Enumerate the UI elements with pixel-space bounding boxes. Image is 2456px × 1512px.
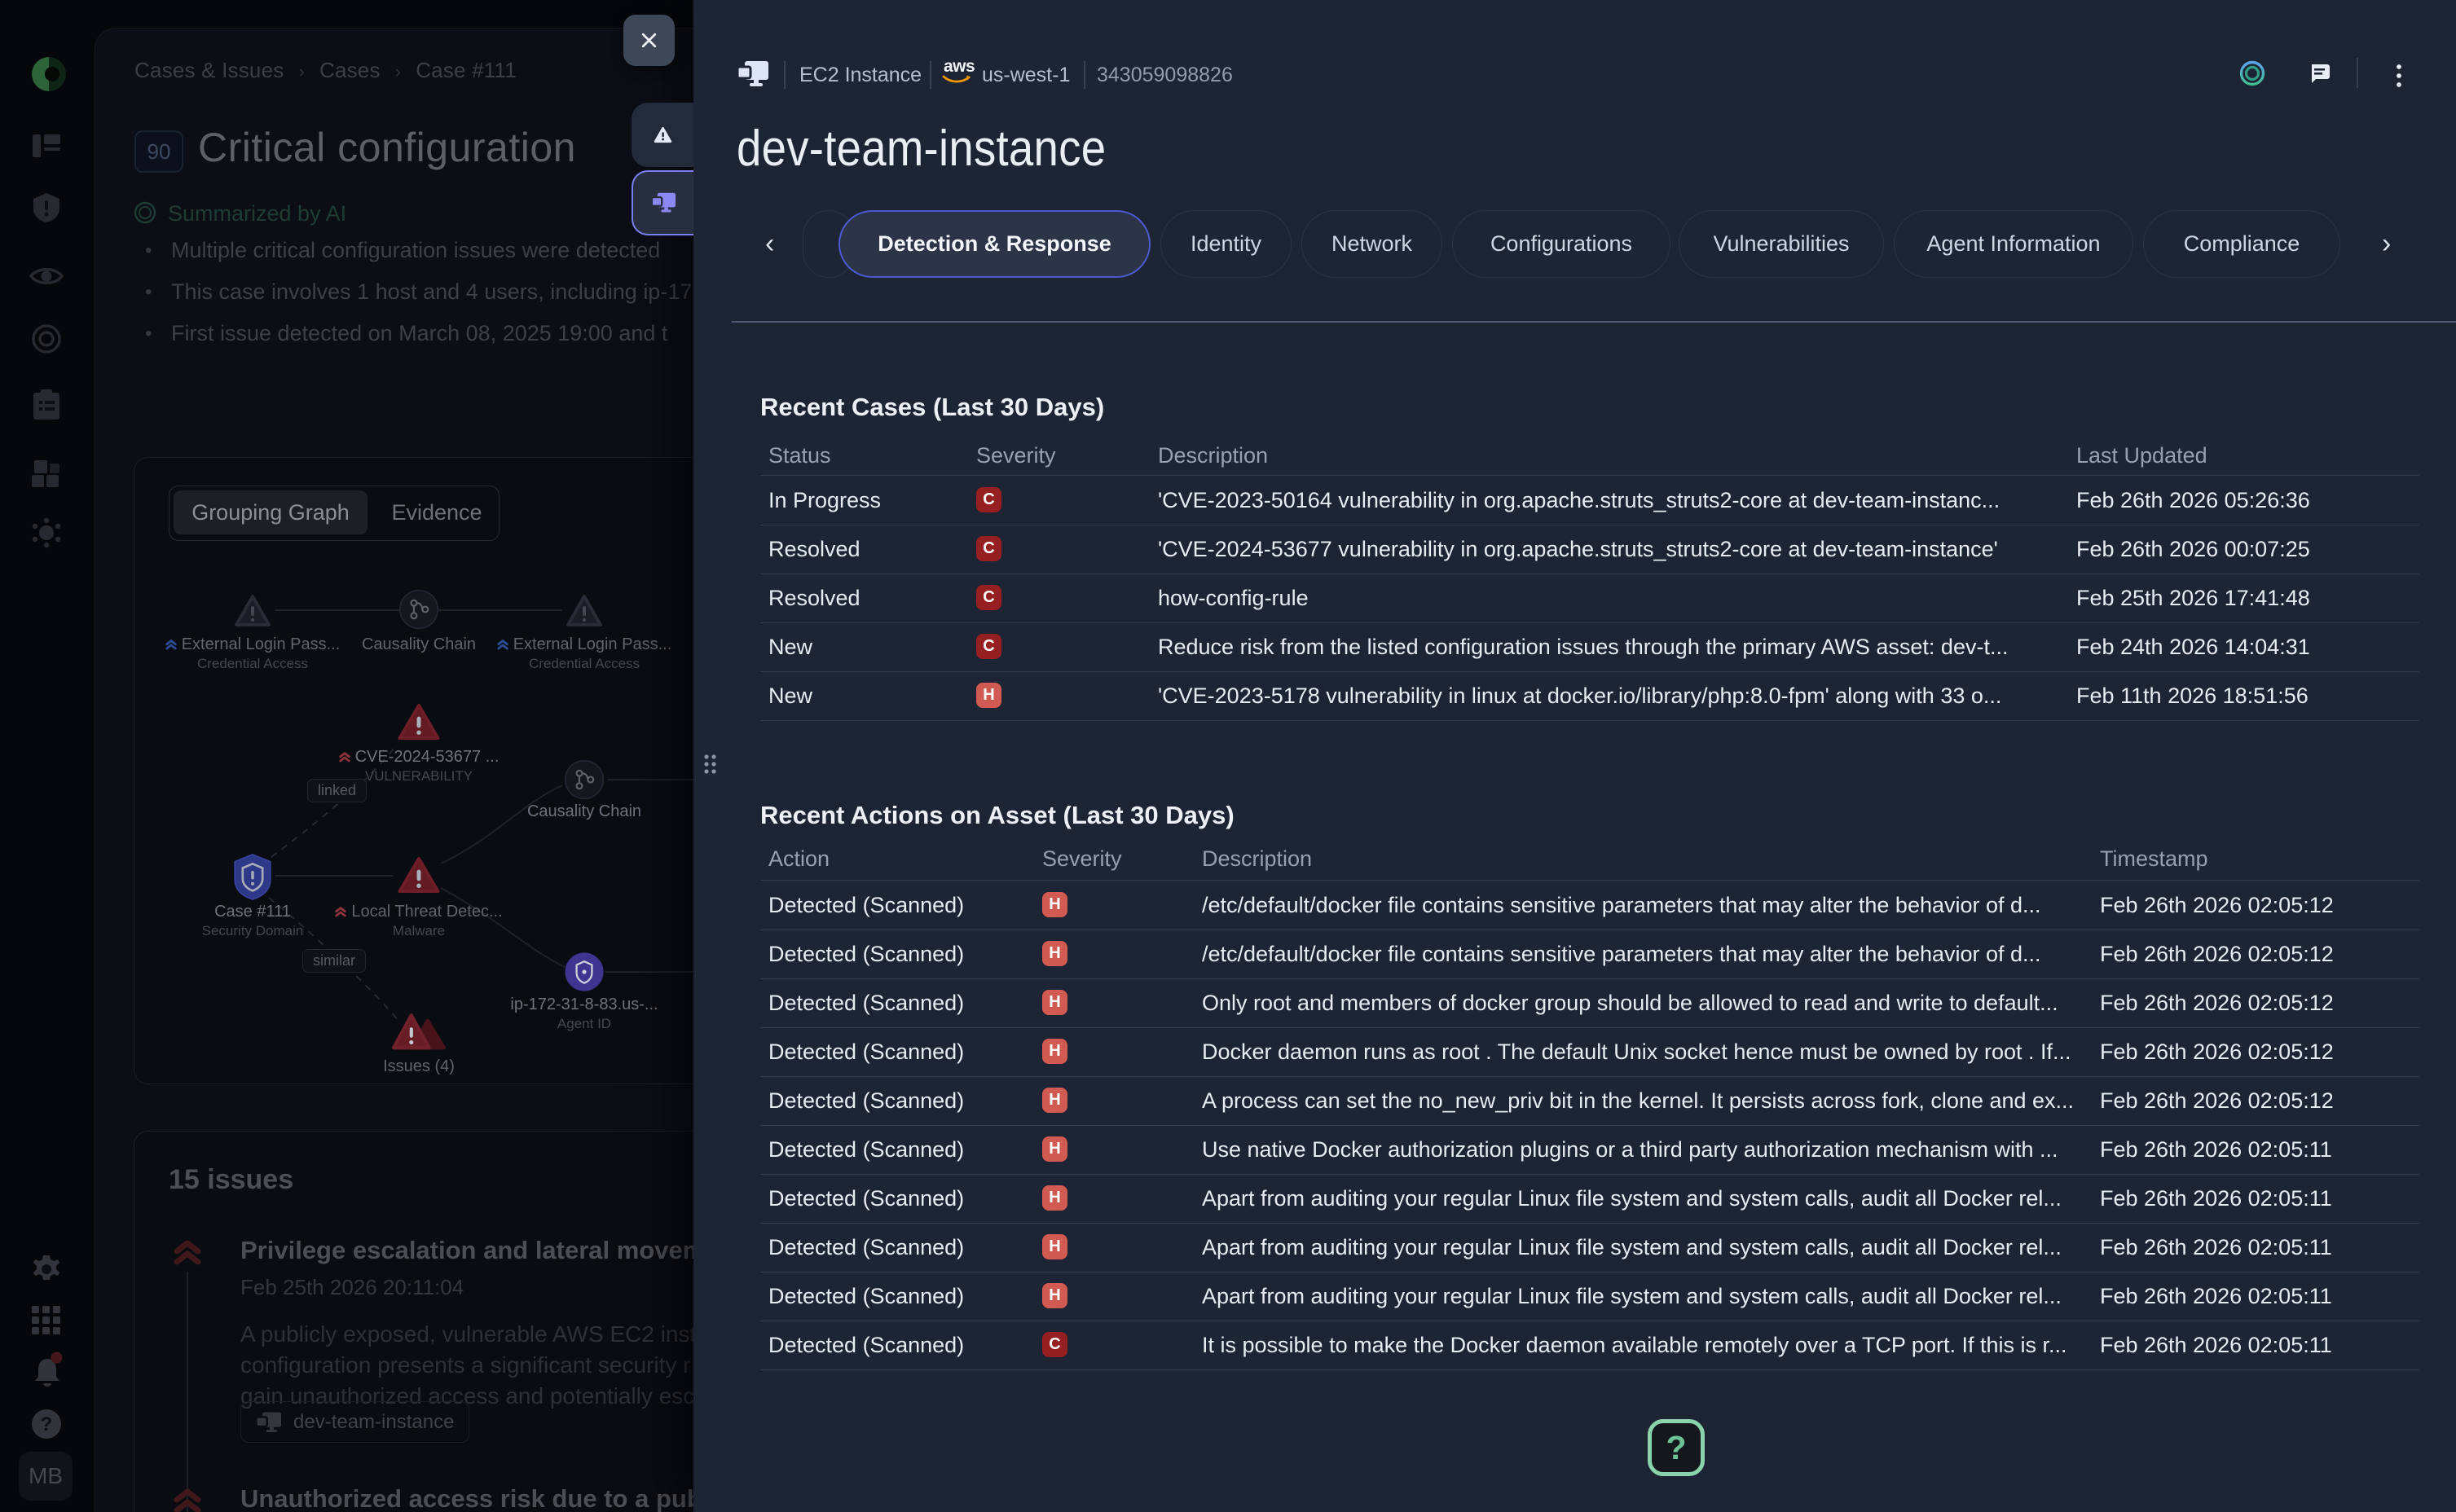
svg-text:?: ? xyxy=(41,1413,53,1435)
